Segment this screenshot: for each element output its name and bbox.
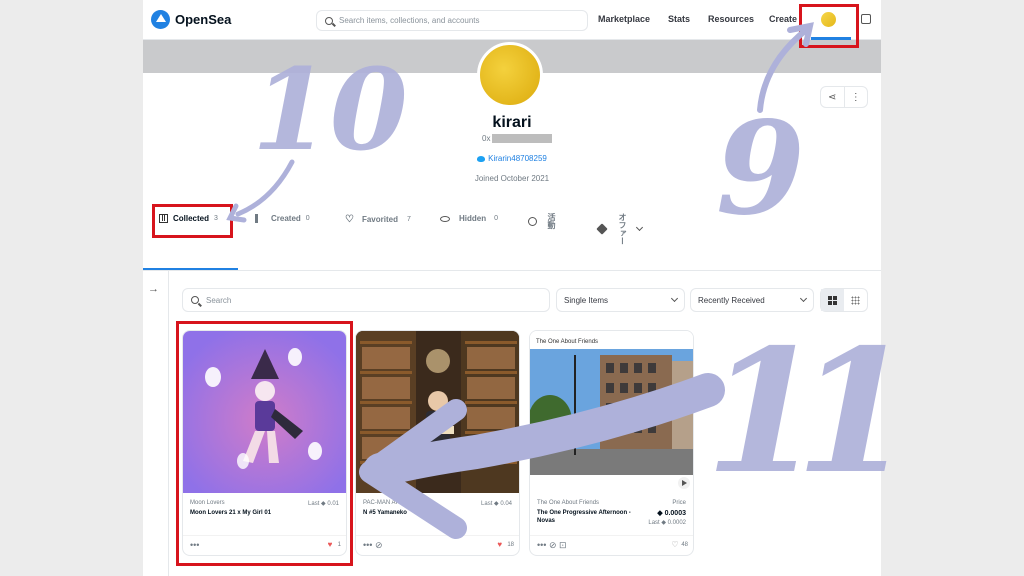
arrow-10 — [235, 159, 295, 217]
arrow-9 — [757, 27, 809, 113]
screenshot-stage: OpenSea Search items, collections, and a… — [0, 0, 1024, 576]
annotation-arrows — [226, 22, 814, 539]
